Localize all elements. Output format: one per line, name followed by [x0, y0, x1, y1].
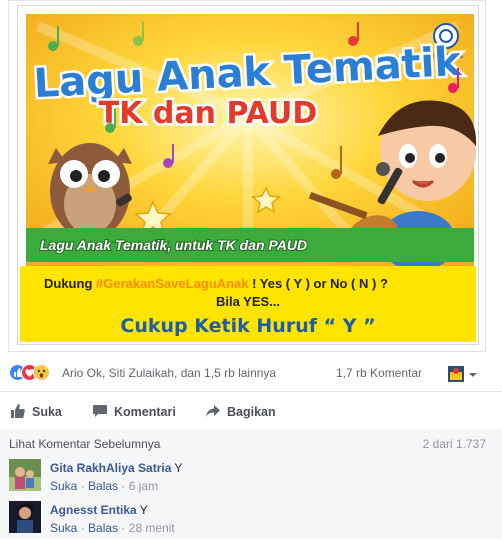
- comment-meta: Suka · Balas · 6 jam: [50, 479, 159, 493]
- comment-time[interactable]: 6 jam: [129, 479, 158, 493]
- share-label: Bagikan: [227, 405, 276, 419]
- comment-author[interactable]: Gita RakhAliya Satria: [50, 461, 171, 475]
- post-as-selector[interactable]: [446, 363, 480, 385]
- comment-like-link[interactable]: Suka: [50, 479, 77, 493]
- banner-subtitle: Lagu Anak Tematik, untuk TK dan PAUD: [40, 237, 307, 253]
- comment-label: Komentari: [114, 405, 176, 419]
- comment-button[interactable]: Komentari: [92, 403, 182, 421]
- post-image-container: Siswa Media Lagu Anak Tematik TK dan PAU…: [8, 0, 486, 352]
- cta-text: Cukup Ketik Huruf “ Y ”: [120, 315, 375, 337]
- comment-reply-link[interactable]: Balas: [88, 479, 118, 493]
- thumbs-up-icon: [11, 404, 25, 418]
- banner-title-line2: TK dan PAUD: [99, 96, 317, 131]
- comment-author-line: Agnesst Entika Y: [50, 503, 148, 517]
- chevron-down-icon: [469, 373, 477, 377]
- support-prefix: Dukung: [44, 276, 96, 291]
- share-icon: [206, 405, 220, 417]
- like-button[interactable]: Suka: [10, 403, 70, 421]
- wow-icon: [33, 364, 50, 381]
- reaction-icons[interactable]: [9, 364, 59, 382]
- support-line: Dukung #GerakanSaveLaguAnak ! Yes ( Y ) …: [44, 276, 388, 291]
- comment-author[interactable]: Agnesst Entika: [50, 503, 137, 517]
- comment-icon: [93, 405, 107, 417]
- reactions-bar: Ario Ok, Siti Zulaikah, dan 1,5 rb lainn…: [0, 355, 502, 392]
- post-actions: Suka Komentari Bagikan: [0, 393, 502, 430]
- reaction-summary[interactable]: Ario Ok, Siti Zulaikah, dan 1,5 rb lainn…: [62, 366, 276, 380]
- page-avatar-icon: [448, 366, 477, 382]
- comment-item: Gita RakhAliya Satria Y Suka · Balas · 6 …: [9, 459, 489, 499]
- comment-text: Y: [139, 503, 148, 517]
- comment-meta: Suka · Balas · 28 menit: [50, 521, 175, 535]
- avatar[interactable]: [9, 501, 41, 533]
- comments-section: Lihat Komentar Sebelumnya 2 dari 1.737 G…: [0, 429, 502, 539]
- support-suffix: ! Yes ( Y ) or No ( N ) ?: [248, 276, 387, 291]
- comment-time[interactable]: 28 menit: [129, 521, 175, 535]
- comment-text: Y: [174, 461, 183, 475]
- if-yes-text: Bila YES...: [216, 294, 280, 309]
- support-hashtag: #GerakanSaveLaguAnak: [96, 276, 249, 291]
- comments-count: 2 dari 1.737: [422, 437, 486, 451]
- avatar[interactable]: [9, 459, 41, 491]
- share-button[interactable]: Bagikan: [205, 403, 285, 421]
- comment-count[interactable]: 1,7 rb Komentar: [336, 366, 422, 380]
- comment-item: Agnesst Entika Y Suka · Balas · 28 menit: [9, 501, 489, 541]
- view-previous-comments-link[interactable]: Lihat Komentar Sebelumnya: [9, 437, 160, 451]
- post-image[interactable]: Siswa Media Lagu Anak Tematik TK dan PAU…: [17, 5, 479, 345]
- comment-author-line: Gita RakhAliya Satria Y: [50, 461, 182, 475]
- comment-reply-link[interactable]: Balas: [88, 521, 118, 535]
- like-label: Suka: [32, 405, 62, 419]
- comment-like-link[interactable]: Suka: [50, 521, 77, 535]
